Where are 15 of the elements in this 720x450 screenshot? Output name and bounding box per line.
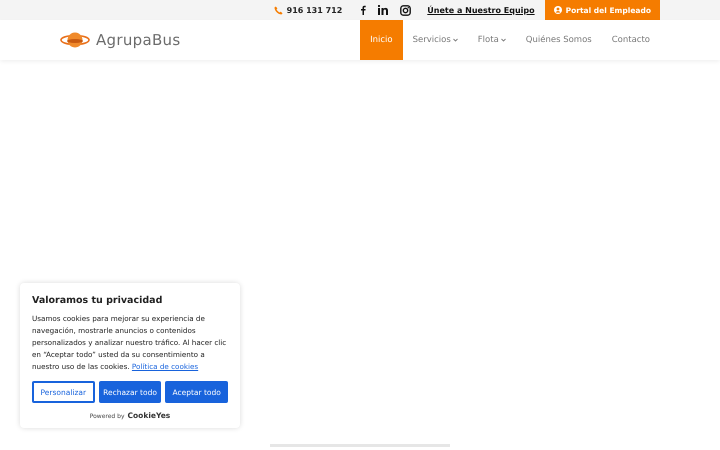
logo-text[interactable]: AgrupaBus bbox=[96, 31, 180, 49]
banner-title: Valoramos tu privacidad bbox=[32, 295, 164, 306]
linkedin-icon[interactable] bbox=[378, 5, 388, 15]
facebook-icon[interactable] bbox=[360, 5, 366, 15]
nav-item[interactable]: Contacto bbox=[602, 20, 660, 60]
phone-number: 916 131 712 bbox=[286, 6, 342, 14]
nav-item[interactable]: Quiénes Somos bbox=[516, 20, 602, 60]
instagram-icon[interactable] bbox=[400, 4, 412, 16]
nav-item[interactable]: Inicio bbox=[360, 20, 403, 60]
nav-item[interactable]: Servicios bbox=[402, 20, 468, 60]
user-icon bbox=[554, 6, 562, 14]
logo-icon bbox=[60, 31, 90, 49]
nav-item[interactable]: Flota bbox=[468, 20, 516, 60]
phone-icon bbox=[274, 6, 283, 14]
join-team-link[interactable]: Únete a Nuestro Equipo bbox=[427, 6, 535, 14]
